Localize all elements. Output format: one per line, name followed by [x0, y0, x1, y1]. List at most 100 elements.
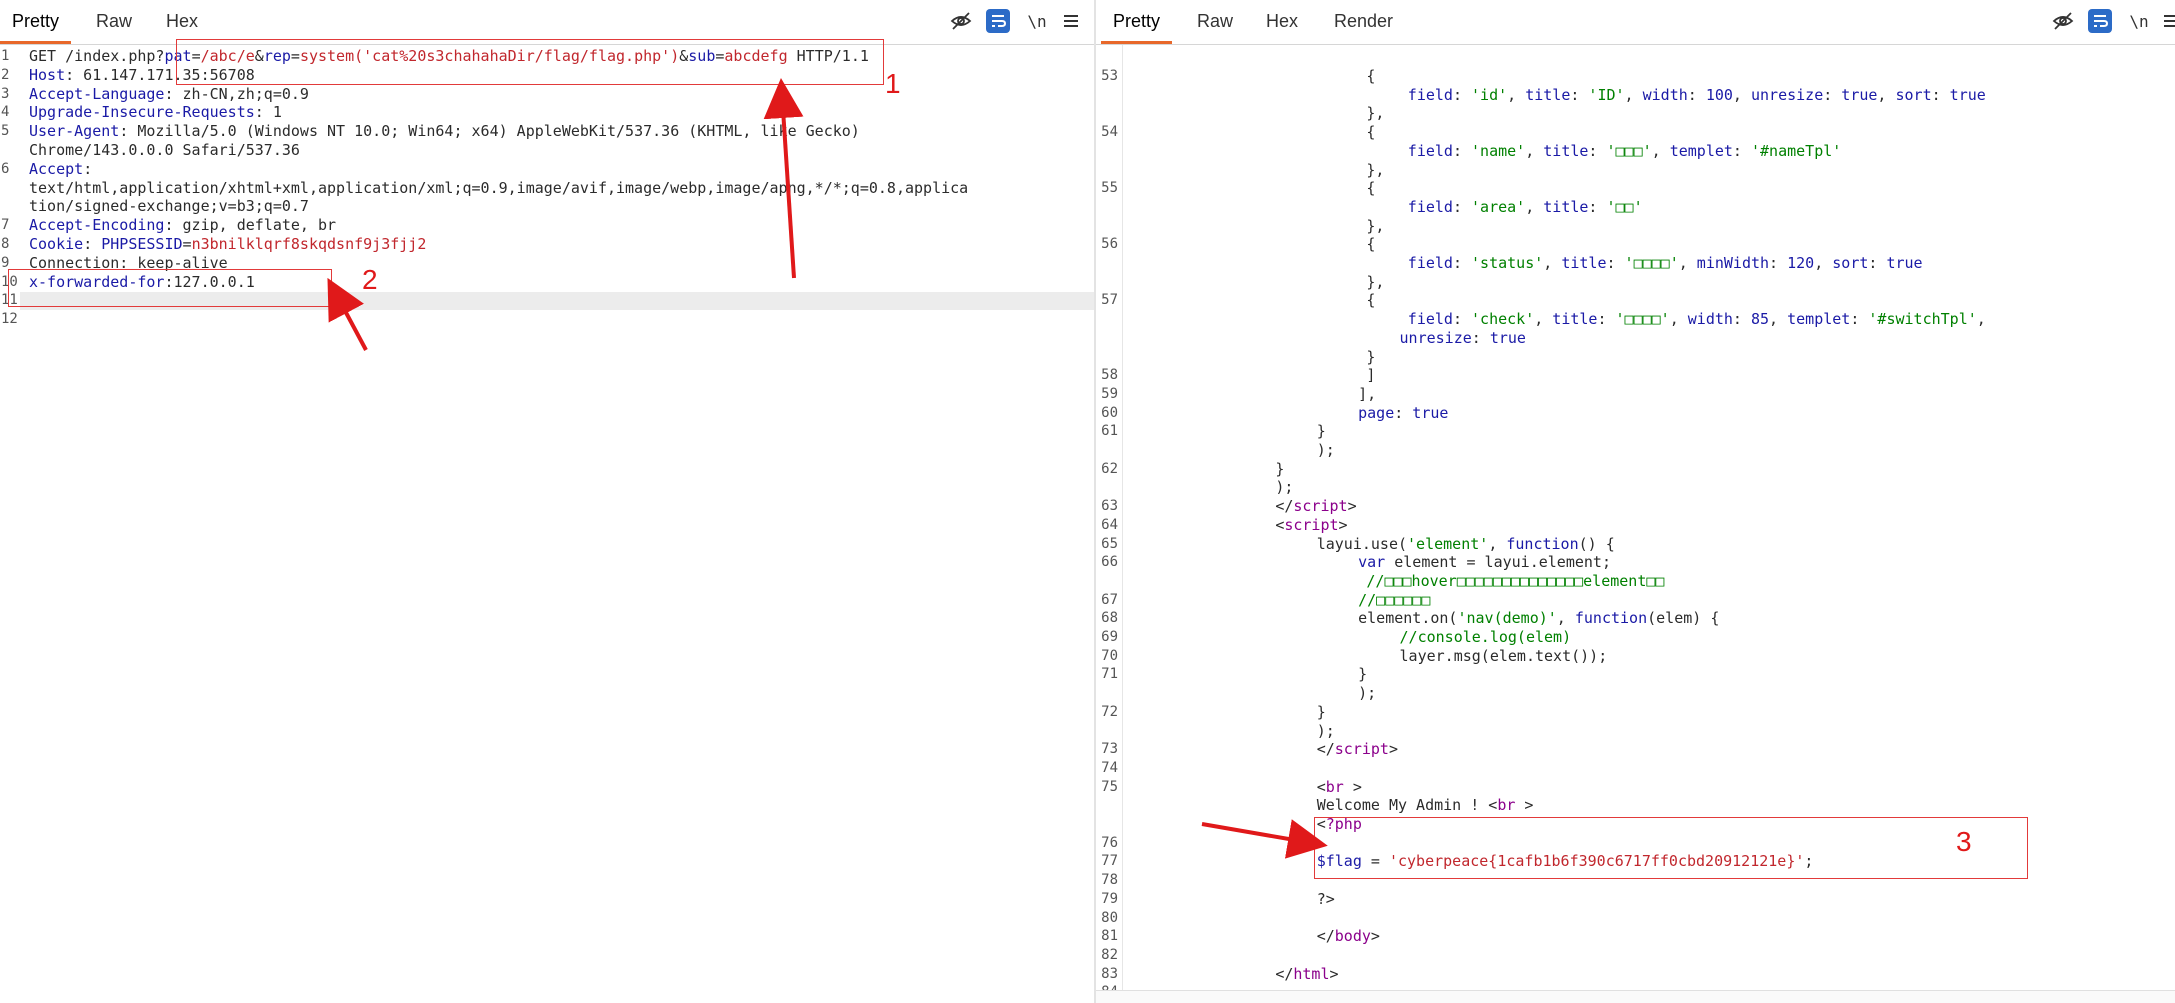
response-tab-hex[interactable]: Hex — [1266, 0, 1298, 44]
token: 'area' — [1471, 197, 1526, 216]
wrap-lines-icon[interactable] — [986, 9, 1010, 33]
response-tab-raw[interactable]: Raw — [1197, 0, 1233, 44]
token: n3bnilklqrf8skqdsnf9j3fjj2 — [191, 235, 427, 253]
code-line: field: 'area', title: '□□' — [1096, 198, 2175, 217]
code-line: 4 Upgrade-Insecure-Requests: 1 — [0, 103, 1094, 122]
response-tab-pretty[interactable]: Pretty — [1100, 0, 1173, 44]
token: , — [1556, 609, 1575, 628]
token: </ — [1275, 964, 1294, 983]
token: , — [1488, 534, 1507, 553]
token: > — [1388, 740, 1398, 759]
annotation-label-2: 2 — [362, 264, 378, 295]
token: true — [1949, 85, 1986, 104]
code-line: ); — [1096, 441, 2175, 460]
token: : zh-CN,zh;q=0.9 — [164, 84, 309, 103]
line-number: 58 — [1101, 367, 1118, 384]
annotation-box-2 — [8, 269, 332, 307]
token: Host — [29, 65, 66, 84]
token: { — [1366, 123, 1376, 142]
token: var — [1358, 553, 1386, 572]
hide-nonprinting-icon[interactable] — [2051, 9, 2075, 33]
line-number: 62 — [1101, 460, 1118, 477]
token: 85 — [1750, 310, 1770, 329]
token: , — [1814, 254, 1833, 272]
token: '□□□' — [1606, 141, 1652, 160]
line-number: 75 — [1101, 778, 1118, 795]
hide-nonprinting-icon[interactable] — [949, 9, 973, 33]
token: tion/signed-exchange;v=b3;q=0.7 — [29, 197, 309, 216]
token: }, — [1366, 216, 1385, 235]
token: , — [1534, 310, 1553, 329]
code-text: ); — [1317, 722, 1335, 741]
wrap-lines-icon[interactable] — [2088, 9, 2112, 33]
line-number: 55 — [1101, 180, 1118, 197]
code-line: Chrome/143.0.0.0 Safari/537.36 — [0, 141, 1094, 160]
code-line: 83 </html> — [1096, 965, 2175, 984]
line-number: 3 — [1, 85, 10, 102]
line-number: 83 — [1101, 965, 1118, 982]
token: Chrome/143.0.0.0 Safari/537.36 — [29, 141, 300, 159]
token: { — [1366, 67, 1376, 85]
line-number: 5 — [1, 123, 10, 140]
menu-icon[interactable] — [1059, 9, 1083, 33]
code-text: } — [1358, 665, 1367, 684]
token: br — [1497, 796, 1516, 815]
token: ); — [1316, 441, 1335, 459]
token: function — [1506, 534, 1579, 553]
request-editor[interactable]: 1 GET /index.php?pat=/abc/e&rep=system('c… — [0, 45, 1094, 1003]
request-tab-hex[interactable]: Hex — [166, 0, 198, 44]
response-status-bar — [1096, 990, 2175, 1003]
code-text: { — [1366, 67, 1375, 86]
token: width — [1642, 85, 1688, 104]
response-tab-render[interactable]: Render — [1334, 0, 1393, 44]
token: width — [1687, 310, 1733, 329]
code-line: 74 — [1096, 759, 2175, 778]
code-line: ); — [1096, 684, 2175, 703]
token: '#switchTpl' — [1868, 310, 1977, 329]
code-text: User-Agent: Mozilla/5.0 (Windows NT 10.0… — [29, 122, 860, 141]
code-text: //console.log(elem) — [1400, 628, 1572, 647]
code-text: ] — [1366, 366, 1375, 385]
token: : — [1931, 85, 1950, 104]
token: element.on( — [1358, 609, 1458, 628]
token: ); — [1275, 478, 1294, 497]
code-line: 68 element.on('nav(demo)', function(elem)… — [1096, 609, 2175, 628]
code-line: 55 { — [1096, 179, 2175, 198]
token: : — [1850, 310, 1869, 329]
code-line: 65 layui.use('element', function() { — [1096, 535, 2175, 554]
code-line: 60 page: true — [1096, 404, 2175, 423]
code-text: var element = layui.element; — [1358, 553, 1611, 572]
menu-icon[interactable] — [2159, 9, 2175, 33]
code-line: field: 'name', title: '□□□', templet: '#… — [1096, 142, 2175, 161]
token: minWidth — [1696, 254, 1770, 272]
code-text: }, — [1366, 273, 1384, 292]
newline-toggle-icon[interactable]: \n — [1024, 9, 1050, 33]
token: Accept-Encoding — [29, 216, 165, 235]
token: , — [1624, 85, 1643, 104]
token: , — [1976, 310, 1986, 329]
token: () { — [1578, 534, 1615, 553]
token: page — [1358, 403, 1395, 422]
token: ], — [1358, 384, 1377, 403]
token: field — [1407, 310, 1453, 329]
code-line: ); — [1096, 722, 2175, 741]
line-number: 80 — [1101, 909, 1118, 926]
token: ] — [1366, 366, 1376, 385]
line-number: 6 — [1, 160, 10, 177]
code-text: }, — [1366, 161, 1384, 180]
newline-toggle-icon[interactable]: \n — [2126, 9, 2152, 33]
token: { — [1366, 179, 1376, 198]
annotation-label-1: 1 — [885, 68, 901, 99]
token: title — [1543, 197, 1589, 216]
line-number: 65 — [1101, 535, 1118, 552]
token: : — [1687, 85, 1706, 104]
request-tab-pretty[interactable]: Pretty — [0, 0, 72, 44]
token: script — [1293, 497, 1348, 516]
token: : — [1452, 310, 1472, 329]
code-line: 69 //console.log(elem) — [1096, 628, 2175, 647]
request-tab-raw[interactable]: Raw — [96, 0, 132, 44]
token: '□□□□' — [1615, 310, 1670, 329]
code-line: tion/signed-exchange;v=b3;q=0.7 — [0, 197, 1094, 216]
token: }, — [1366, 272, 1385, 291]
code-line: 80 — [1096, 909, 2175, 928]
